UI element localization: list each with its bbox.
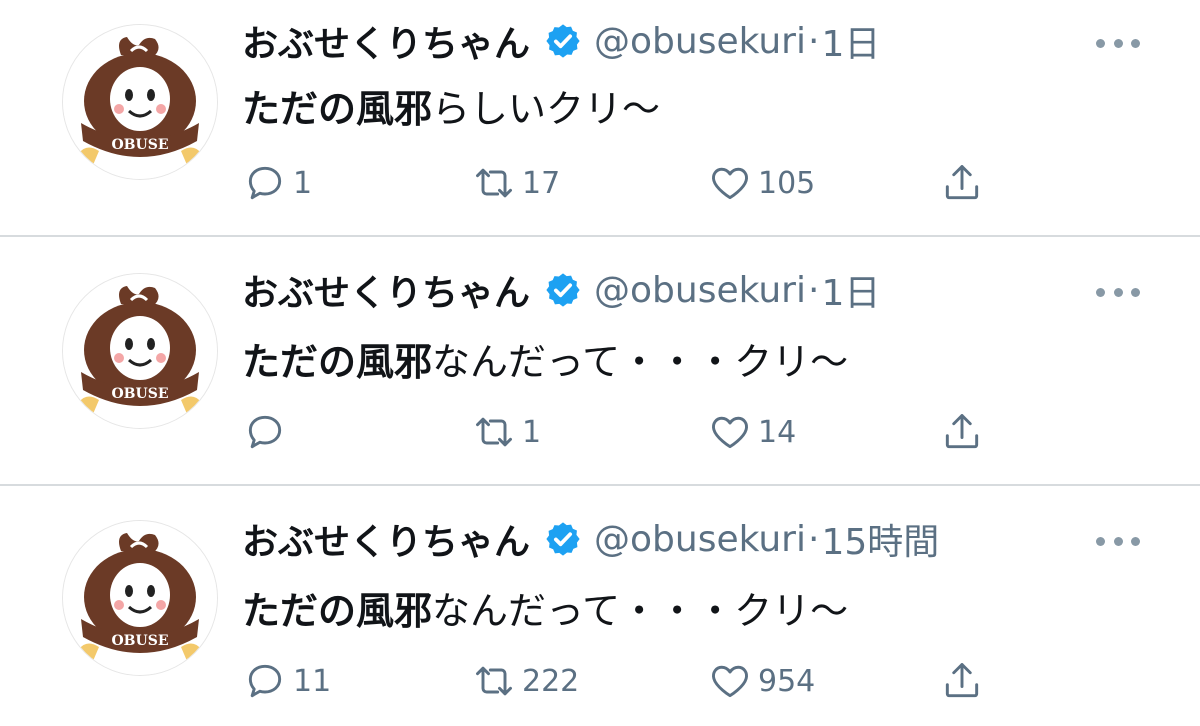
handle[interactable]: @obusekuri [594, 21, 806, 62]
tweet-text: ただの風邪なんだって・・・クリ〜 [242, 580, 848, 635]
verified-badge-icon [546, 273, 580, 307]
retweet-icon [476, 666, 512, 696]
more-dots-icon[interactable] [1096, 534, 1140, 548]
more-dots-icon[interactable] [1096, 36, 1140, 50]
reply-count: 1 [293, 165, 313, 201]
heart-icon [712, 416, 748, 449]
handle[interactable]: @obusekuri [594, 519, 806, 560]
share-icon [945, 414, 979, 449]
timestamp[interactable]: 1日 [821, 15, 880, 67]
timestamp[interactable]: 15時間 [821, 513, 939, 565]
like-count: 954 [758, 663, 816, 699]
avatar-logo-text: OBUSE [111, 633, 168, 649]
share-icon [945, 663, 979, 698]
tweet-text-bold: ただの風邪 [242, 589, 433, 633]
tweet-text-bold: ただの風邪 [242, 87, 433, 131]
heart-icon [712, 167, 748, 200]
tweet-text: ただの風邪なんだって・・・クリ〜 [242, 331, 848, 386]
tweet-header: おぶせくりちゃん @obusekuri · 1日 [242, 16, 880, 66]
avatar-logo-text: OBUSE [111, 386, 168, 402]
timestamp[interactable]: 1日 [821, 264, 880, 316]
retweet-count: 1 [522, 414, 542, 450]
tweet[interactable]: OBUSE おぶせくりちゃん @obusekuri · 1日 ただの風邪らしいク… [0, 0, 1200, 236]
avatar-logo-text: OBUSE [111, 137, 168, 153]
tweet-actions: 1 14 [0, 407, 1200, 457]
reply-icon [248, 664, 282, 698]
tweet[interactable]: OBUSE おぶせくりちゃん @obusekuri · 15時間 ただの風邪なん… [0, 486, 1200, 726]
tweet-actions: 1 17 105 [0, 158, 1200, 208]
heart-icon [712, 665, 748, 698]
reply-icon [248, 166, 282, 200]
tweet-text-rest: なんだって・・・クリ〜 [432, 589, 849, 633]
tweet-text-rest: らしいクリ〜 [432, 87, 661, 131]
more-dots-icon[interactable] [1096, 285, 1140, 299]
display-name[interactable]: おぶせくりちゃん [242, 15, 530, 67]
meta-separator: · [807, 20, 820, 62]
reply-button[interactable]: 11 [243, 656, 331, 706]
meta-separator: · [807, 518, 820, 560]
share-button[interactable] [940, 158, 984, 208]
avatar[interactable]: OBUSE [62, 520, 218, 676]
retweet-button[interactable]: 1 [472, 407, 541, 457]
avatar[interactable]: OBUSE [62, 273, 218, 429]
timeline-feed: OBUSE おぶせくりちゃん @obusekuri · 1日 ただの風邪らしいク… [0, 0, 1200, 726]
share-button[interactable] [940, 656, 984, 706]
share-button[interactable] [940, 407, 984, 457]
tweet-actions: 11 222 954 [0, 656, 1200, 706]
tweet[interactable]: OBUSE おぶせくりちゃん @obusekuri · 1日 ただの風邪なんだっ… [0, 237, 1200, 485]
reply-button[interactable] [243, 407, 293, 457]
retweet-button[interactable]: 17 [472, 158, 560, 208]
share-icon [945, 165, 979, 200]
verified-badge-icon [546, 24, 580, 58]
like-button[interactable]: 14 [708, 407, 796, 457]
reply-icon [248, 415, 282, 449]
meta-separator: · [807, 269, 820, 311]
display-name[interactable]: おぶせくりちゃん [242, 513, 530, 565]
avatar[interactable]: OBUSE [62, 24, 218, 180]
like-count: 14 [758, 414, 797, 450]
like-count: 105 [758, 165, 816, 201]
retweet-button[interactable]: 222 [472, 656, 579, 706]
like-button[interactable]: 105 [708, 158, 815, 208]
display-name[interactable]: おぶせくりちゃん [242, 264, 530, 316]
retweet-count: 222 [522, 663, 580, 699]
tweet-text: ただの風邪らしいクリ〜 [242, 78, 660, 133]
handle[interactable]: @obusekuri [594, 270, 806, 311]
reply-button[interactable]: 1 [243, 158, 312, 208]
tweet-text-rest: なんだって・・・クリ〜 [432, 340, 849, 384]
retweet-icon [476, 168, 512, 198]
retweet-icon [476, 417, 512, 447]
tweet-header: おぶせくりちゃん @obusekuri · 15時間 [242, 514, 939, 564]
reply-count: 11 [293, 663, 332, 699]
retweet-count: 17 [522, 165, 561, 201]
tweet-text-bold: ただの風邪 [242, 340, 433, 384]
tweet-header: おぶせくりちゃん @obusekuri · 1日 [242, 265, 880, 315]
like-button[interactable]: 954 [708, 656, 815, 706]
verified-badge-icon [546, 522, 580, 556]
